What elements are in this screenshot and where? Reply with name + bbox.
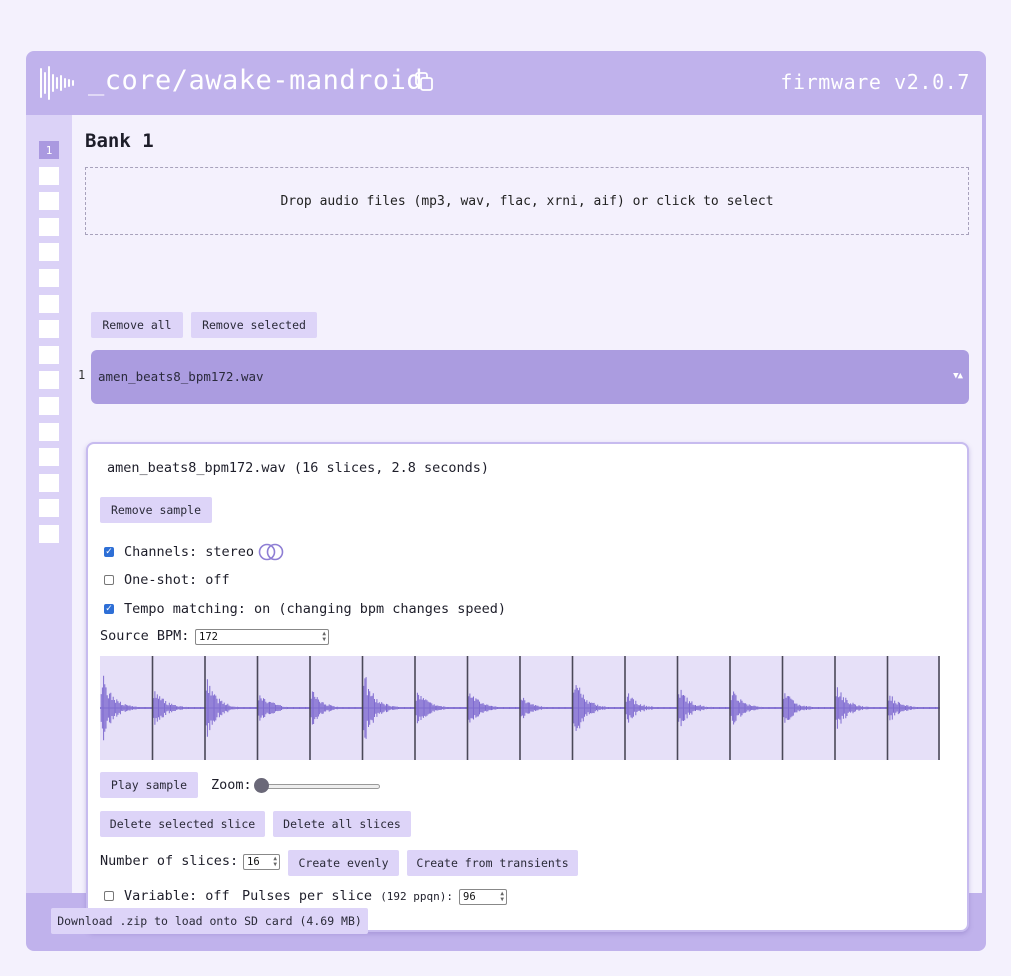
pulses-input[interactable]: 96 ▲ ▼	[459, 889, 507, 905]
source-bpm-label: Source BPM:	[100, 628, 190, 644]
bank-button[interactable]	[39, 371, 59, 390]
pulses-label: Pulses per slice	[242, 888, 373, 904]
bank-button[interactable]	[39, 397, 59, 415]
bank-button[interactable]	[39, 294, 59, 313]
variable-option: Variable: off	[104, 888, 230, 904]
num-slices-value: 16	[247, 856, 260, 868]
download-zip-button[interactable]: Download .zip to load onto SD card (4.69…	[51, 908, 368, 934]
bank-button[interactable]	[39, 243, 59, 262]
bank-button[interactable]	[39, 422, 59, 441]
create-from-transients-button[interactable]: Create from transients	[407, 850, 578, 876]
remove-all-button[interactable]: Remove all	[91, 312, 183, 338]
bank-button[interactable]	[39, 345, 59, 364]
bank-rail: 1	[26, 115, 72, 893]
stereo-icon[interactable]	[258, 543, 284, 561]
spinner-icon[interactable]: ▲ ▼	[322, 631, 326, 643]
num-slices-input[interactable]: 16 ▲ ▼	[243, 854, 280, 870]
firmware-version: firmware v2.0.7	[780, 70, 970, 94]
bank-button[interactable]	[39, 448, 59, 467]
oneshot-checkbox[interactable]	[104, 575, 114, 585]
copy-icon[interactable]	[415, 72, 433, 92]
zoom-label: Zoom:	[211, 777, 252, 793]
waveform-canvas[interactable]	[100, 656, 940, 760]
app-window: _core/awake-mandroid firmware v2.0.7 1 B…	[26, 51, 986, 951]
channels-checkbox[interactable]	[104, 547, 114, 557]
bank-button[interactable]	[39, 499, 59, 518]
variable-label: Variable: off	[124, 888, 230, 904]
source-bpm-value: 172	[199, 631, 218, 643]
bank-button[interactable]	[39, 525, 59, 543]
bank-button[interactable]	[39, 192, 59, 211]
create-evenly-button[interactable]: Create evenly	[288, 850, 399, 876]
page-title: Bank 1	[85, 130, 154, 152]
play-sample-button[interactable]: Play sample	[100, 772, 198, 798]
oneshot-option: One-shot: off	[104, 572, 230, 588]
sample-list-item[interactable]: amen_beats8_bpm172.wav ▼▲	[91, 350, 969, 404]
app-title: _core/awake-mandroid	[88, 65, 424, 96]
variable-checkbox[interactable]	[104, 891, 114, 901]
spinner-icon[interactable]: ▲ ▼	[500, 891, 504, 903]
channels-option: Channels: stereo	[104, 543, 284, 561]
pulses-label-group: Pulses per slice (192 ppqn):	[242, 888, 453, 904]
sort-icon[interactable]: ▼▲	[953, 371, 963, 381]
sample-name: amen_beats8_bpm172.wav	[98, 369, 264, 384]
source-bpm-input[interactable]: 172 ▲ ▼	[195, 629, 329, 645]
bank-button[interactable]	[39, 217, 59, 236]
main-content: Bank 1 Drop audio files (mp3, wav, flac,…	[72, 115, 982, 932]
tempo-option: Tempo matching: on (changing bpm changes…	[104, 601, 506, 617]
delete-selected-slice-button[interactable]: Delete selected slice	[100, 811, 265, 837]
delete-all-slices-button[interactable]: Delete all slices	[273, 811, 411, 837]
zoom-slider-thumb[interactable]	[254, 778, 269, 793]
remove-selected-button[interactable]: Remove selected	[191, 312, 317, 338]
bank-button[interactable]	[39, 269, 59, 287]
bank-button[interactable]: 1	[39, 141, 59, 159]
zoom-slider[interactable]	[256, 784, 380, 789]
bank-button[interactable]	[39, 166, 59, 185]
sample-detail-panel: amen_beats8_bpm172.wav (16 slices, 2.8 s…	[86, 442, 969, 932]
spinner-icon[interactable]: ▲ ▼	[273, 856, 277, 868]
dropzone-text: Drop audio files (mp3, wav, flac, xrni, …	[280, 193, 774, 209]
file-dropzone[interactable]: Drop audio files (mp3, wav, flac, xrni, …	[85, 167, 969, 235]
waveform-editor[interactable]	[100, 656, 940, 760]
header: _core/awake-mandroid firmware v2.0.7	[26, 51, 986, 115]
oneshot-label: One-shot: off	[124, 572, 230, 588]
tempo-checkbox[interactable]	[104, 604, 114, 614]
pulses-sub-label: (192 ppqn):	[380, 890, 454, 903]
sample-index: 1	[78, 368, 86, 382]
bank-button[interactable]	[39, 320, 59, 339]
tempo-label: Tempo matching: on (changing bpm changes…	[124, 601, 507, 617]
sample-detail-title: amen_beats8_bpm172.wav (16 slices, 2.8 s…	[107, 460, 490, 476]
channels-label: Channels: stereo	[124, 544, 255, 560]
bank-button[interactable]	[39, 473, 59, 492]
remove-sample-button[interactable]: Remove sample	[100, 497, 212, 523]
waveform-icon	[40, 66, 74, 100]
num-slices-label: Number of slices:	[100, 853, 239, 869]
pulses-value: 96	[463, 891, 476, 903]
